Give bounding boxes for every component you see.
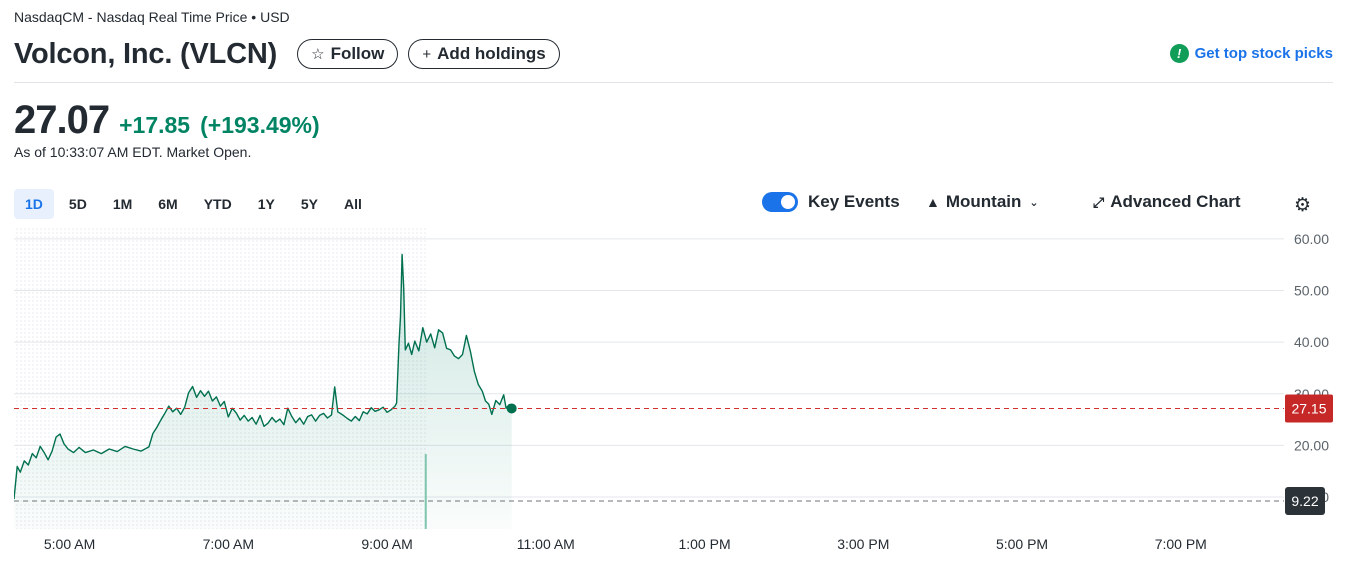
mountain-icon: ▲ (926, 194, 940, 210)
company-title: Volcon, Inc. (VLCN) (14, 37, 278, 70)
x-tick-label: 3:00 PM (837, 536, 889, 552)
range-1d[interactable]: 1D (14, 189, 54, 219)
gear-icon[interactable]: ⚙ (1294, 194, 1311, 217)
current-price: 27.07 (14, 98, 110, 142)
top-picks-label: Get top stock picks (1194, 45, 1333, 62)
price-change-percent: (+193.49%) (200, 112, 320, 138)
header-divider (14, 82, 1333, 83)
y-tick-label: 20.00 (1294, 437, 1329, 453)
add-holdings-button[interactable]: + Add holdings (408, 39, 560, 69)
toggle-switch[interactable] (762, 192, 798, 212)
price-chart[interactable]: 60.0050.0040.0030.0020.0010.00 5:00 AM7:… (0, 225, 1346, 570)
range-1y[interactable]: 1Y (247, 189, 286, 219)
x-tick-label: 7:00 PM (1155, 536, 1207, 552)
previous-close-badge-label: 9.22 (1291, 493, 1318, 509)
x-tick-label: 9:00 AM (361, 536, 412, 552)
x-tick-label: 5:00 PM (996, 536, 1048, 552)
price-change: +17.85 (119, 112, 191, 138)
as-of-timestamp: As of 10:33:07 AM EDT. Market Open. (14, 144, 252, 160)
chart-type-label: Mountain (945, 192, 1022, 211)
chevron-down-icon: ⌄ (1029, 196, 1039, 209)
chart-type-dropdown[interactable]: ▲ Mountain ⌄ (926, 192, 1039, 212)
expand-icon: ⤢ (1093, 193, 1105, 210)
range-all[interactable]: All (333, 189, 373, 219)
key-events-label: Key Events (808, 192, 900, 211)
last-price-dot (506, 403, 517, 414)
title-row: Volcon, Inc. (VLCN) ☆ Follow + Add holdi… (14, 37, 560, 71)
x-tick-label: 1:00 PM (678, 536, 730, 552)
price-row: 27.07 +17.85 (+193.49%) (14, 98, 320, 143)
range-5d[interactable]: 5D (58, 189, 98, 219)
x-tick-label: 11:00 AM (517, 536, 575, 552)
range-selector: 1D 5D 1M 6M YTD 1Y 5Y All (14, 189, 377, 219)
y-tick-label: 60.00 (1294, 231, 1329, 247)
range-6m[interactable]: 6M (147, 189, 188, 219)
follow-label: Follow (330, 44, 385, 63)
lightning-icon: ! (1169, 44, 1189, 63)
star-icon: ☆ (311, 46, 325, 63)
current-price-badge-label: 27.15 (1291, 400, 1326, 416)
range-ytd[interactable]: YTD (193, 189, 243, 219)
range-5y[interactable]: 5Y (290, 189, 329, 219)
y-tick-label: 40.00 (1294, 334, 1329, 350)
x-tick-label: 7:00 AM (203, 536, 254, 552)
follow-button[interactable]: ☆ Follow (297, 39, 399, 69)
advanced-chart-button[interactable]: ⤢ Advanced Chart (1093, 192, 1241, 212)
y-tick-label: 50.00 (1294, 283, 1329, 299)
key-events-toggle[interactable]: Key Events (762, 192, 900, 212)
range-1m[interactable]: 1M (102, 189, 143, 219)
add-holdings-label: Add holdings (437, 44, 546, 63)
x-tick-label: 5:00 AM (44, 536, 95, 552)
exchange-info: NasdaqCM - Nasdaq Real Time Price • USD (14, 9, 290, 25)
advanced-chart-label: Advanced Chart (1110, 192, 1241, 211)
plus-icon: + (422, 45, 432, 63)
top-picks-link[interactable]: ! Get top stock picks (1169, 44, 1333, 63)
